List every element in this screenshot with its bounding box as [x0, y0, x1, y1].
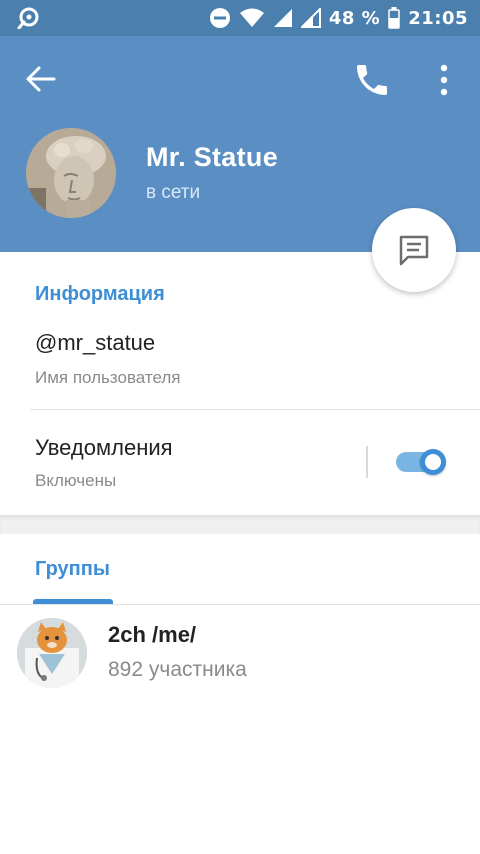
send-message-button[interactable] — [372, 208, 456, 292]
tab-divider — [0, 604, 480, 605]
arrow-back-icon — [26, 66, 56, 92]
toggle-knob — [420, 449, 446, 475]
avatar[interactable] — [26, 128, 116, 218]
notifications-state: Включены — [35, 471, 117, 490]
signal-icon — [273, 9, 292, 27]
username-caption: Имя пользователя — [35, 368, 181, 387]
statue-avatar-image — [26, 128, 116, 218]
username-value[interactable]: @mr_statue — [35, 330, 155, 356]
notifications-label[interactable]: Уведомления — [35, 435, 173, 461]
divider — [30, 409, 480, 410]
cat-doctor-avatar-image — [17, 618, 87, 688]
status-bar: 48 % 21:05 — [0, 0, 480, 36]
clock: 21:05 — [408, 7, 468, 29]
wifi-icon — [239, 8, 264, 27]
more-options-button[interactable] — [430, 62, 458, 98]
signal-2-icon — [300, 8, 321, 28]
contact-name: Mr. Statue — [146, 142, 279, 172]
toggle-separator — [366, 446, 368, 478]
battery-icon — [388, 7, 400, 29]
group-members: 892 участника — [108, 658, 247, 681]
info-section-title: Информация — [35, 283, 165, 305]
tab-groups[interactable]: Группы — [35, 558, 110, 581]
group-name: 2ch /me/ — [108, 622, 197, 647]
online-status: в сети — [146, 182, 201, 203]
phone-icon — [357, 65, 387, 95]
group-avatar — [17, 618, 87, 688]
notification-icon — [17, 7, 39, 29]
battery-percent: 48 % — [328, 7, 381, 29]
call-button[interactable] — [352, 60, 392, 100]
message-icon — [399, 235, 429, 266]
back-button[interactable] — [24, 64, 60, 94]
do-not-disturb-icon — [209, 8, 230, 28]
notifications-toggle[interactable] — [396, 449, 446, 475]
more-vert-icon — [440, 64, 448, 96]
section-gap — [0, 515, 480, 534]
